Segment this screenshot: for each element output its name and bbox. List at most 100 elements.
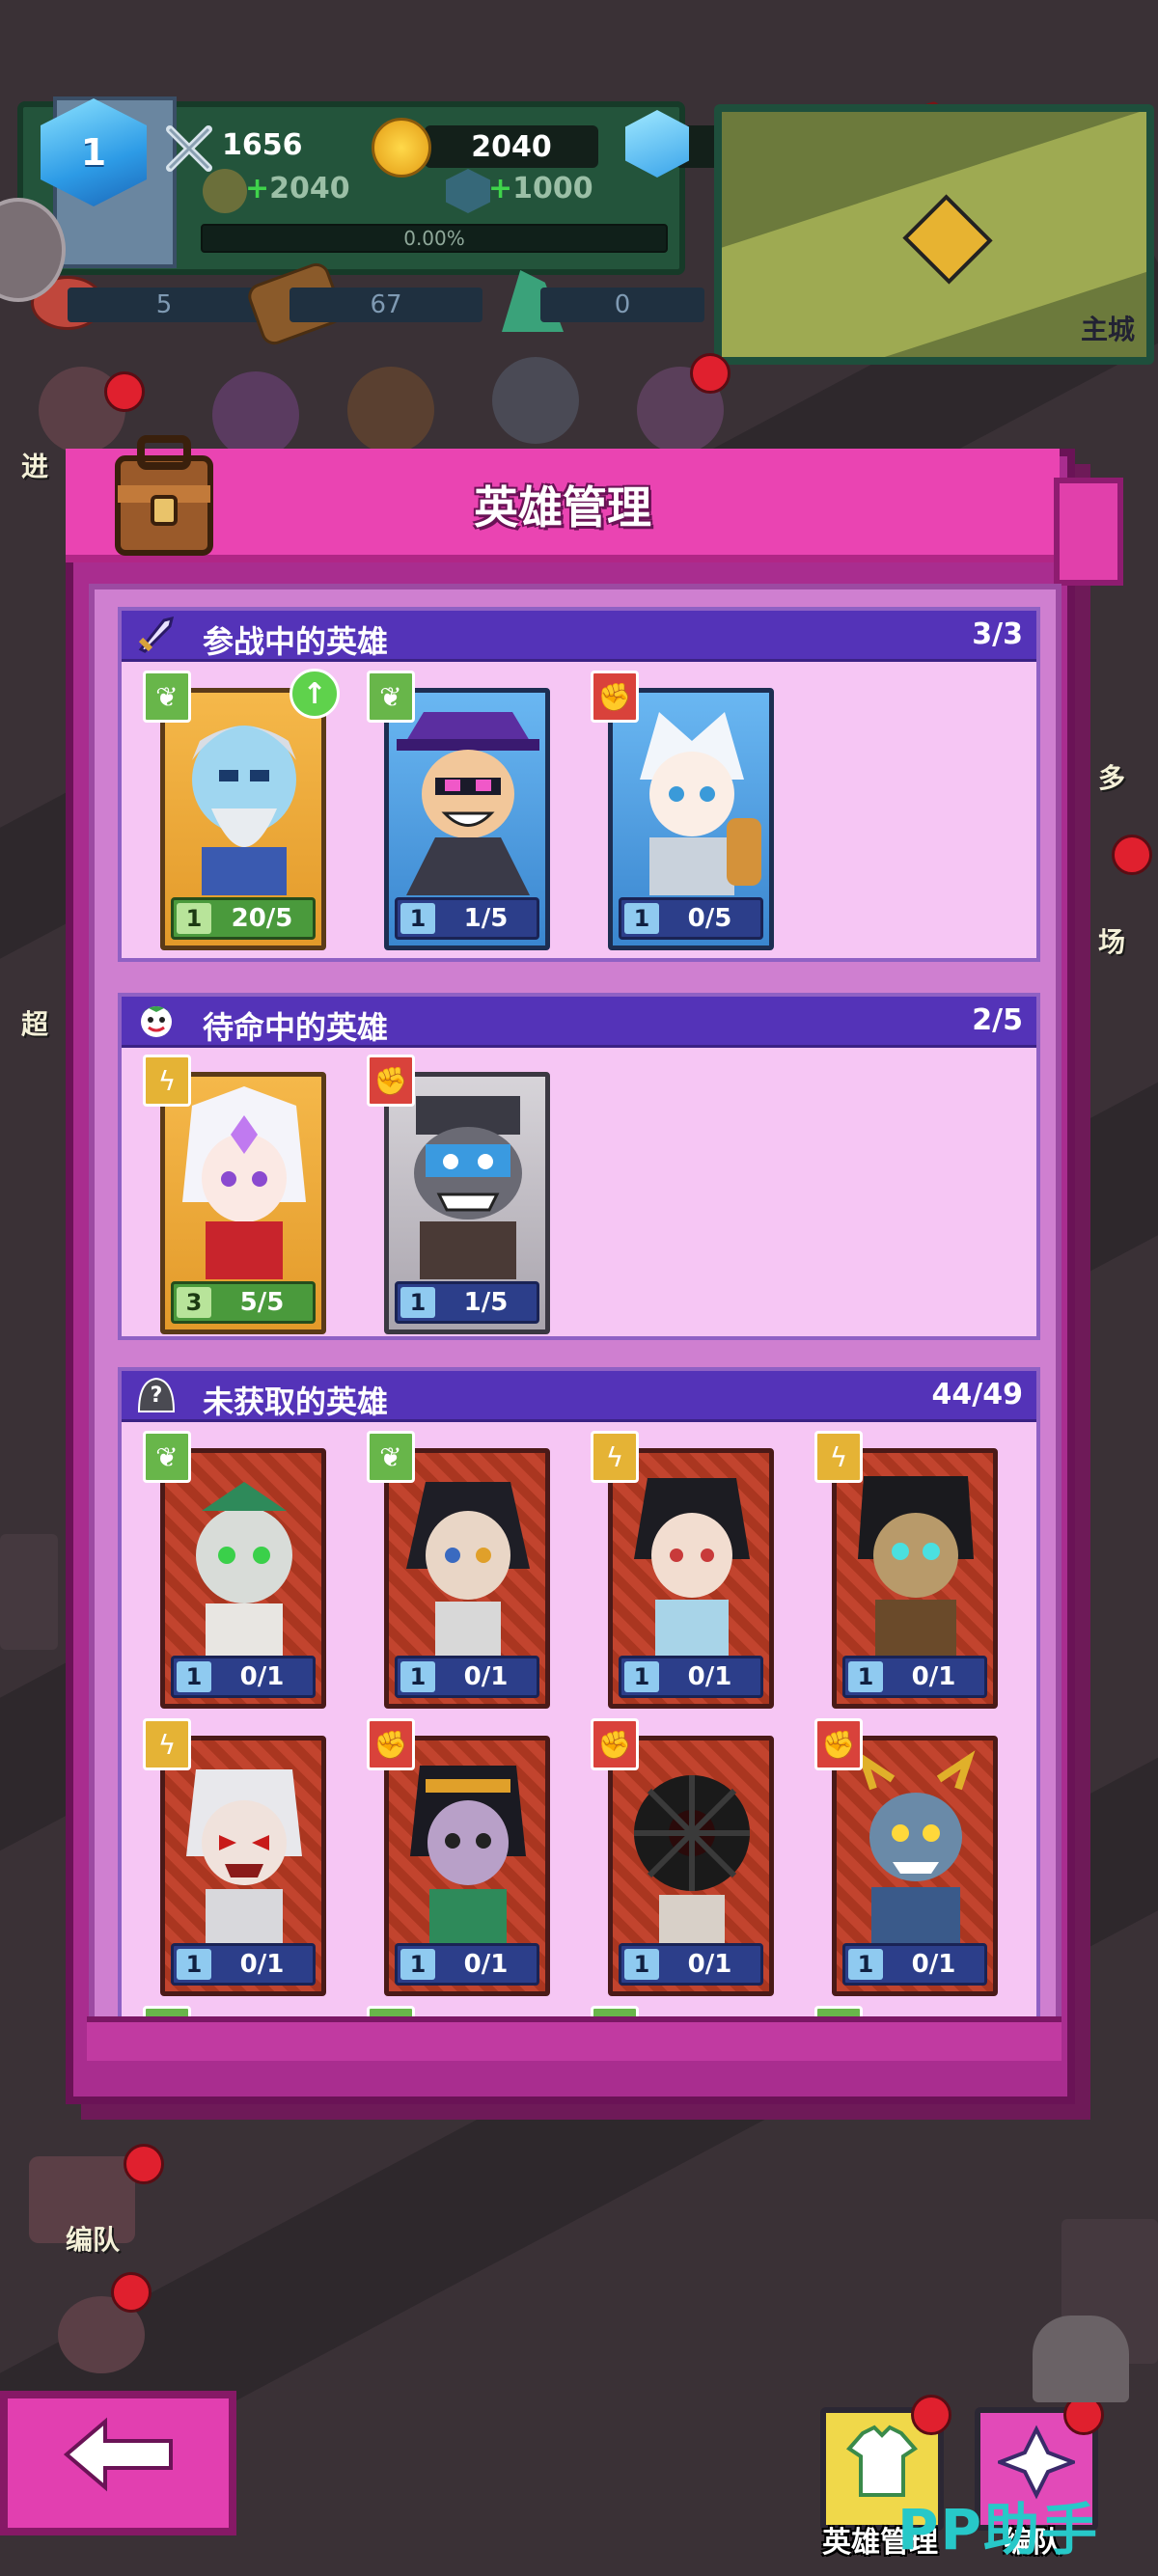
hero-card[interactable]: 1 0/1 [832, 1736, 998, 1996]
section-count: 44/49 [931, 1378, 1023, 1411]
hero-card[interactable]: 1 0/1 [160, 1736, 326, 1996]
side-label-super: 超 [21, 1008, 49, 1040]
hero-level: 1 [848, 1949, 883, 1980]
hero-card[interactable]: 1 0/1 [832, 1448, 998, 1709]
leaf-element-icon: ❦ [143, 671, 191, 723]
hero-level: 1 [177, 1661, 211, 1692]
svg-text:?: ? [151, 1384, 163, 1408]
dialog-footer [87, 2016, 1062, 2061]
hero-stats-bar: 1 0/1 [395, 1656, 539, 1698]
back-button[interactable] [0, 2391, 236, 2535]
hero-portrait [844, 1463, 987, 1656]
hero-portrait [620, 1463, 763, 1656]
formation-shortcut-label: 编队 [66, 2224, 121, 2256]
hero-level: 1 [177, 903, 211, 934]
hero-level: 1 [624, 903, 659, 934]
hero-card[interactable]: 1 1/5 [384, 1072, 550, 1334]
bolt-element-icon: ϟ [143, 1718, 191, 1770]
hero-card[interactable]: 1 0/5 [608, 688, 774, 950]
hero-card[interactable]: 1 0/1 [608, 1736, 774, 1996]
hero-portrait [397, 1086, 539, 1279]
hero-stats-bar: 1 1/5 [395, 1281, 539, 1324]
side-chest-button[interactable] [347, 367, 434, 453]
hero-level: 1 [848, 1661, 883, 1692]
dialog-flag [1054, 478, 1123, 586]
crystal-value: 0 [614, 290, 631, 319]
hero-fragments: 0/1 [687, 1950, 732, 1979]
hero-portrait [173, 702, 316, 895]
hero-stats-bar: 1 0/5 [619, 897, 763, 940]
gem-income-value: 1000 [512, 172, 593, 206]
side-label-arena: 场 [1098, 926, 1126, 958]
joker-face-icon [135, 999, 178, 1041]
gem-income: +1000 [488, 172, 593, 206]
locked-building [1033, 2316, 1129, 2402]
bolt-element-icon: ϟ [143, 1055, 191, 1107]
notification-dot [911, 2395, 951, 2435]
notification-dot [124, 2144, 164, 2184]
hero-portrait [173, 1463, 316, 1656]
bolt-element-icon: ϟ [814, 1431, 863, 1483]
notification-dot [1112, 835, 1152, 875]
wood-value: 67 [370, 290, 402, 319]
section-header: ? 未获取的英雄 44/49 [122, 1371, 1036, 1422]
hero-card[interactable]: 1 1/5 [384, 688, 550, 950]
fist-element-icon: ✊ [591, 1718, 639, 1770]
fist-element-icon: ✊ [367, 1055, 415, 1107]
gold-coin-icon [372, 118, 431, 178]
gold-income-icon [203, 169, 247, 213]
dialog-title: 英雄管理 [474, 481, 651, 534]
hero-stats-bar: 1 20/5 [171, 897, 316, 940]
hero-fragments: 1/5 [463, 904, 509, 933]
plus-icon: + [488, 172, 513, 206]
fist-element-icon: ✊ [367, 1718, 415, 1770]
hero-stats-bar: 1 0/1 [842, 1656, 987, 1698]
power-icon [164, 123, 214, 174]
meat-value: 5 [155, 290, 173, 319]
hero-card[interactable]: 1 0/1 [384, 1448, 550, 1709]
side-medal-button[interactable] [492, 357, 579, 444]
hero-stats-bar: 1 0/1 [619, 1656, 763, 1698]
hero-card[interactable]: 1 0/1 [608, 1448, 774, 1709]
leaf-element-icon: ❦ [143, 1431, 191, 1483]
player-level: 1 [80, 131, 107, 174]
hero-portrait [844, 1750, 987, 1943]
sword-icon [135, 613, 178, 655]
power-value: 1656 [222, 127, 303, 162]
section-title: 参战中的英雄 [203, 623, 389, 660]
gold-income-value: 2040 [269, 172, 350, 206]
gold-value: 2040 [471, 129, 552, 164]
hero-card[interactable]: 1 0/1 [384, 1736, 550, 1996]
hero-stats-bar: 3 5/5 [171, 1281, 316, 1324]
hero-card[interactable]: 1 0/1 [160, 1448, 326, 1709]
section-header: 参战中的英雄 3/3 [122, 611, 1036, 662]
hero-fragments: 0/1 [239, 1950, 285, 1979]
hero-portrait [173, 1086, 316, 1279]
hero-stats-bar: 1 0/1 [171, 1656, 316, 1698]
hero-list-scroll[interactable]: 参战中的英雄 3/3 1 20/5 ❦ ↑ 1 1/5 ❦ 1 0/5 ✊ 待命… [89, 584, 1062, 2023]
hero-stats-bar: 1 0/1 [619, 1943, 763, 1986]
minimap[interactable]: 主城 [714, 104, 1154, 365]
hero-level: 1 [400, 1661, 435, 1692]
hero-portrait [620, 1750, 763, 1943]
hero-stats-bar: 1 0/1 [395, 1943, 539, 1986]
hero-card[interactable]: 3 5/5 [160, 1072, 326, 1334]
hero-fragments: 1/5 [463, 1288, 509, 1317]
hero-fragments: 0/1 [239, 1662, 285, 1691]
side-label-advance: 进 [21, 451, 49, 482]
hero-level: 1 [624, 1661, 659, 1692]
hero-card[interactable]: 1 20/5 [160, 688, 326, 950]
section-standby-heroes: 待命中的英雄 2/5 3 5/5 ϟ 1 1/5 ✊ [118, 993, 1040, 1340]
hero-stats-bar: 1 1/5 [395, 897, 539, 940]
level-progress-text: 0.00% [403, 227, 465, 250]
hero-portrait [173, 1750, 316, 1943]
hero-level: 1 [177, 1949, 211, 1980]
hero-stats-bar: 1 0/1 [171, 1943, 316, 1986]
section-header: 待命中的英雄 2/5 [122, 997, 1036, 1048]
fist-element-icon: ✊ [591, 671, 639, 723]
section-count: 3/3 [972, 617, 1023, 651]
gold-display[interactable]: 2040 [425, 125, 598, 168]
upgrade-arrow-icon[interactable]: ↑ [290, 669, 340, 719]
leaf-element-icon: ❦ [367, 1431, 415, 1483]
section-count: 2/5 [972, 1003, 1023, 1037]
